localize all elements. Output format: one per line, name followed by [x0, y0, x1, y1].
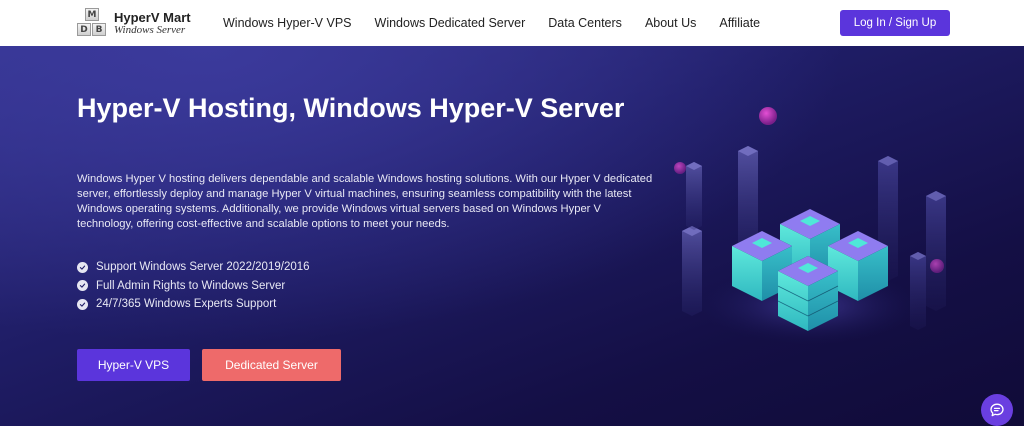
login-signup-button[interactable]: Log In / Sign Up: [840, 10, 950, 36]
feature-item: Full Admin Rights to Windows Server: [77, 277, 310, 296]
feature-item: Support Windows Server 2022/2019/2016: [77, 258, 310, 277]
nav-link-affiliate[interactable]: Affiliate: [719, 16, 760, 30]
nav-link-dedicated-server[interactable]: Windows Dedicated Server: [375, 16, 526, 30]
nav-link-about-us[interactable]: About Us: [645, 16, 696, 30]
feature-text: Support Windows Server 2022/2019/2016: [96, 261, 310, 274]
check-circle-icon: [77, 280, 88, 292]
hero-description: Windows Hyper V hosting delivers dependa…: [77, 173, 653, 230]
logo-cube-b: B: [92, 23, 106, 36]
logo-cubes-icon: M D B: [76, 8, 108, 38]
feature-text: Full Admin Rights to Windows Server: [96, 279, 286, 292]
hero-title: Hyper-V Hosting, Windows Hyper-V Server: [77, 93, 625, 123]
check-circle-icon: [77, 298, 88, 310]
feature-item: 24/7/365 Windows Experts Support: [77, 295, 310, 314]
nav-link-hyperv-vps[interactable]: Windows Hyper-V VPS: [223, 16, 352, 30]
logo-tagline: Windows Server: [114, 24, 186, 36]
logo-cube-d: D: [77, 23, 91, 36]
logo-cube-m: M: [85, 8, 99, 21]
check-circle-icon: [77, 261, 88, 273]
server-stack-illustration: [674, 107, 946, 344]
logo-title: HyperV Mart: [114, 10, 191, 25]
nav-link-data-centers[interactable]: Data Centers: [548, 16, 622, 30]
feature-list: Support Windows Server 2022/2019/2016 Fu…: [77, 258, 310, 314]
hero-section: Hyper-V Hosting, Windows Hyper-V Server …: [0, 46, 1024, 426]
feature-text: 24/7/365 Windows Experts Support: [96, 298, 277, 311]
navbar: M D B HyperV Mart Windows Server Windows…: [0, 0, 1024, 46]
chat-bubble-icon: [990, 403, 1004, 417]
hyperv-vps-button[interactable]: Hyper-V VPS: [77, 349, 190, 381]
chat-button[interactable]: [981, 394, 1013, 426]
logo[interactable]: M D B HyperV Mart Windows Server: [76, 8, 206, 38]
main-nav: Windows Hyper-V VPS Windows Dedicated Se…: [223, 0, 760, 46]
dedicated-server-button[interactable]: Dedicated Server: [202, 349, 341, 381]
